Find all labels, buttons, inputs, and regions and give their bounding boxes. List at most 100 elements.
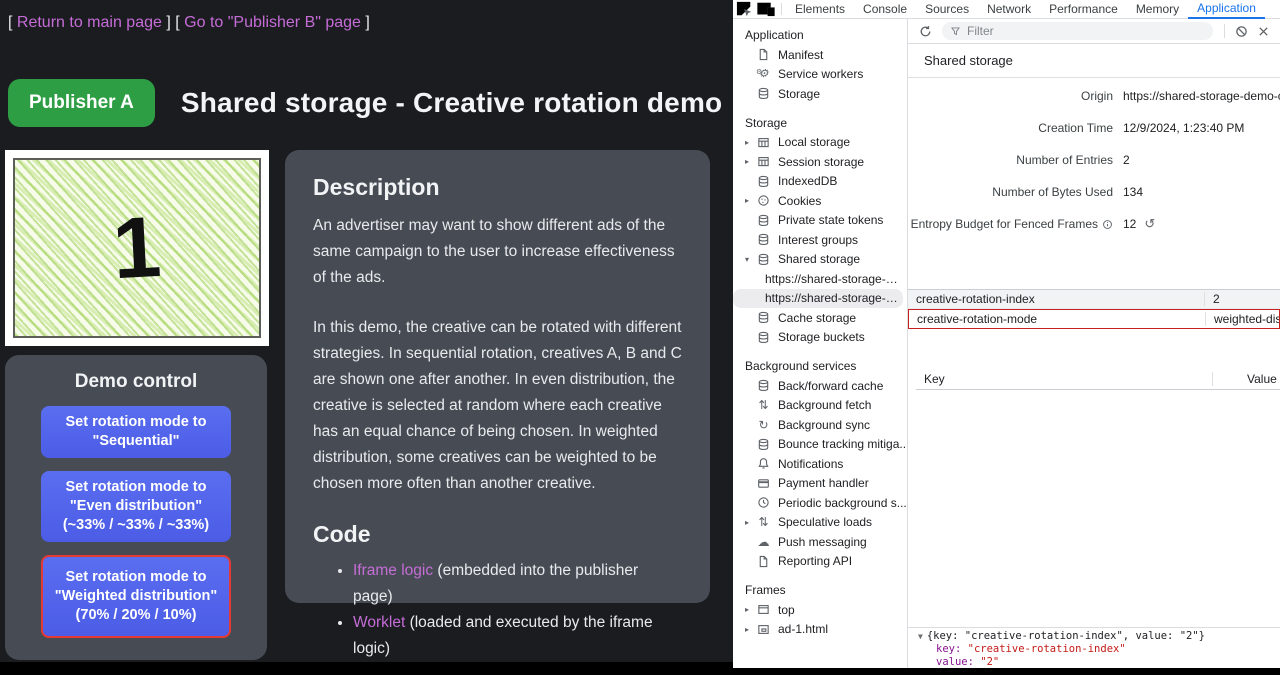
sidebar-item-indexeddb[interactable]: IndexedDB xyxy=(733,172,907,192)
sidebar-item-periodic-background-sync[interactable]: Periodic background s... xyxy=(733,493,907,513)
sidebar-item-shared-storage[interactable]: ▾Shared storage xyxy=(733,250,907,270)
sidebar-item-storage-buckets[interactable]: Storage buckets xyxy=(733,328,907,348)
sidebar-item-local-storage[interactable]: ▸Local storage xyxy=(733,133,907,153)
sidebar-item-notifications[interactable]: Notifications xyxy=(733,454,907,474)
sidebar-item-shared-storage-origin-1[interactable]: https://shared-storage-d... xyxy=(733,269,907,289)
chevron-right-icon[interactable]: ▸ xyxy=(745,138,756,147)
tab-performance[interactable]: Performance xyxy=(1040,0,1127,18)
sidebar-item-session-storage[interactable]: ▸Session storage xyxy=(733,152,907,172)
clear-all-icon[interactable] xyxy=(1230,21,1252,41)
sidebar-item-push-messaging[interactable]: ☁Push messaging xyxy=(733,532,907,552)
cookie-icon xyxy=(756,194,771,208)
metadata-view: Origin https://shared-storage-demo-co Cr… xyxy=(908,78,1280,240)
description-panel: Description An advertiser may want to sh… xyxy=(285,150,710,603)
divider xyxy=(781,3,782,15)
sidebar-section-background-services: Background services xyxy=(733,356,907,376)
iframe-logic-link[interactable]: Iframe logic xyxy=(353,562,433,579)
device-toolbar-icon[interactable] xyxy=(755,0,777,18)
chevron-right-icon[interactable]: ▸ xyxy=(745,196,756,205)
entries-value: 2 xyxy=(1123,153,1130,167)
sidebar-item-private-state-tokens[interactable]: Private state tokens xyxy=(733,211,907,231)
ad-creative-image: 1 xyxy=(13,158,261,338)
sidebar-item-background-fetch[interactable]: ⇅Background fetch xyxy=(733,396,907,416)
delete-selected-icon[interactable] xyxy=(1252,21,1274,41)
sync-icon: ↻ xyxy=(756,418,771,432)
database-icon xyxy=(756,311,771,325)
filter-input[interactable]: Filter xyxy=(942,22,1213,40)
refresh-icon[interactable] xyxy=(914,21,936,41)
sidebar-item-frame-top[interactable]: ▸top xyxy=(733,600,907,620)
code-links-list: Iframe logic (embedded into the publishe… xyxy=(313,558,682,662)
page-title: Shared storage - Creative rotation demo xyxy=(181,87,722,119)
tab-console[interactable]: Console xyxy=(854,0,916,18)
sidebar-section-storage: Storage xyxy=(733,113,907,133)
key-value-table: Key Value creative-rotation-index 2 crea… xyxy=(908,289,1280,329)
sidebar-item-service-workers[interactable]: ⚙⚙Service workers xyxy=(733,65,907,85)
inspect-element-icon[interactable] xyxy=(733,0,755,18)
clock-icon xyxy=(756,496,771,510)
description-heading: Description xyxy=(313,174,682,201)
sidebar-item-frame-ad1[interactable]: ▸ad-1.html xyxy=(733,620,907,640)
creation-time-value: 12/9/2024, 1:23:40 PM xyxy=(1123,121,1244,135)
sidebar-item-shared-storage-origin-2[interactable]: https://shared-storage-d... xyxy=(733,289,903,309)
chevron-down-icon[interactable]: ▾ xyxy=(745,255,756,264)
sidebar-item-manifest[interactable]: Manifest xyxy=(733,45,907,65)
sidebar-item-speculative-loads[interactable]: ▸⇅Speculative loads xyxy=(733,513,907,533)
sidebar-item-bounce-tracking[interactable]: Bounce tracking mitiga... xyxy=(733,435,907,455)
chevron-right-icon[interactable]: ▸ xyxy=(745,605,756,614)
info-icon[interactable] xyxy=(1102,219,1113,230)
column-header-key[interactable]: Key xyxy=(916,372,1213,386)
tab-network[interactable]: Network xyxy=(978,0,1040,18)
sidebar-item-cookies[interactable]: ▸Cookies xyxy=(733,191,907,211)
description-paragraph-2: In this demo, the creative can be rotate… xyxy=(313,315,682,497)
database-icon xyxy=(756,437,771,451)
reset-budget-icon[interactable]: ↺ xyxy=(1144,216,1155,232)
devtools-tabbar: Elements Console Sources Network Perform… xyxy=(733,0,1280,19)
sidebar-item-background-sync[interactable]: ↻Background sync xyxy=(733,415,907,435)
table-row-highlighted[interactable]: creative-rotation-mode weighted-distribu… xyxy=(908,309,1280,329)
chevron-right-icon[interactable]: ▸ xyxy=(745,518,756,527)
tab-memory[interactable]: Memory xyxy=(1127,0,1188,18)
publisher-b-link[interactable]: Go to "Publisher B" page xyxy=(184,14,361,31)
application-sidebar: Application Manifest ⚙⚙Service workers S… xyxy=(733,19,908,668)
entry-preview-pane: ▼{key: "creative-rotation-index", value:… xyxy=(908,627,1280,668)
sidebar-item-interest-groups[interactable]: Interest groups xyxy=(733,230,907,250)
publisher-badge: Publisher A xyxy=(8,79,155,127)
column-header-value[interactable]: Value xyxy=(1239,372,1280,386)
table-row[interactable]: creative-rotation-index 2 xyxy=(908,290,1280,309)
set-weighted-distribution-button[interactable]: Set rotation mode to "Weighted distribut… xyxy=(41,555,231,638)
return-main-link[interactable]: Return to main page xyxy=(17,14,162,31)
preview-prop: key: "creative-rotation-index" xyxy=(908,643,1280,656)
set-even-distribution-button[interactable]: Set rotation mode to "Even distribution"… xyxy=(41,471,231,542)
meta-row-creation-time: Creation Time 12/9/2024, 1:23:40 PM xyxy=(908,112,1280,144)
publisher-page: [ Return to main page ] [ Go to "Publish… xyxy=(0,0,733,662)
sidebar-item-storage[interactable]: Storage xyxy=(733,84,907,104)
table-icon xyxy=(756,155,771,169)
tab-application[interactable]: Application xyxy=(1188,0,1265,19)
table-header-row: Key Value xyxy=(916,369,1280,390)
chevron-right-icon[interactable]: ▸ xyxy=(745,157,756,166)
list-item: Iframe logic (embedded into the publishe… xyxy=(353,558,682,610)
sidebar-item-payment-handler[interactable]: Payment handler xyxy=(733,474,907,494)
shared-storage-view: Filter Shared storage Origin https://sha… xyxy=(908,19,1280,668)
cloud-icon: ☁ xyxy=(756,535,771,549)
tab-elements[interactable]: Elements xyxy=(786,0,854,18)
set-sequential-button[interactable]: Set rotation mode to "Sequential" xyxy=(41,406,231,458)
chevron-down-icon[interactable]: ▼ xyxy=(918,632,923,641)
bell-icon xyxy=(756,457,771,471)
origin-value: https://shared-storage-demo-co xyxy=(1123,89,1280,103)
demo-control-panel: Demo control Set rotation mode to "Seque… xyxy=(5,355,267,660)
worklet-link[interactable]: Worklet xyxy=(353,614,405,631)
bracket: [ xyxy=(175,14,179,31)
sidebar-item-back-forward-cache[interactable]: Back/forward cache xyxy=(733,376,907,396)
bracket: ] xyxy=(166,14,170,31)
tab-sources[interactable]: Sources xyxy=(916,0,978,18)
preview-summary[interactable]: ▼{key: "creative-rotation-index", value:… xyxy=(908,630,1280,643)
sidebar-item-cache-storage[interactable]: Cache storage xyxy=(733,308,907,328)
sidebar-item-reporting-api[interactable]: Reporting API xyxy=(733,552,907,572)
database-icon xyxy=(756,252,771,266)
ad-creative-frame: 1 xyxy=(5,150,269,346)
sidebar-section-application: Application xyxy=(733,25,907,45)
chevron-right-icon[interactable]: ▸ xyxy=(745,625,756,634)
database-icon xyxy=(756,87,771,101)
